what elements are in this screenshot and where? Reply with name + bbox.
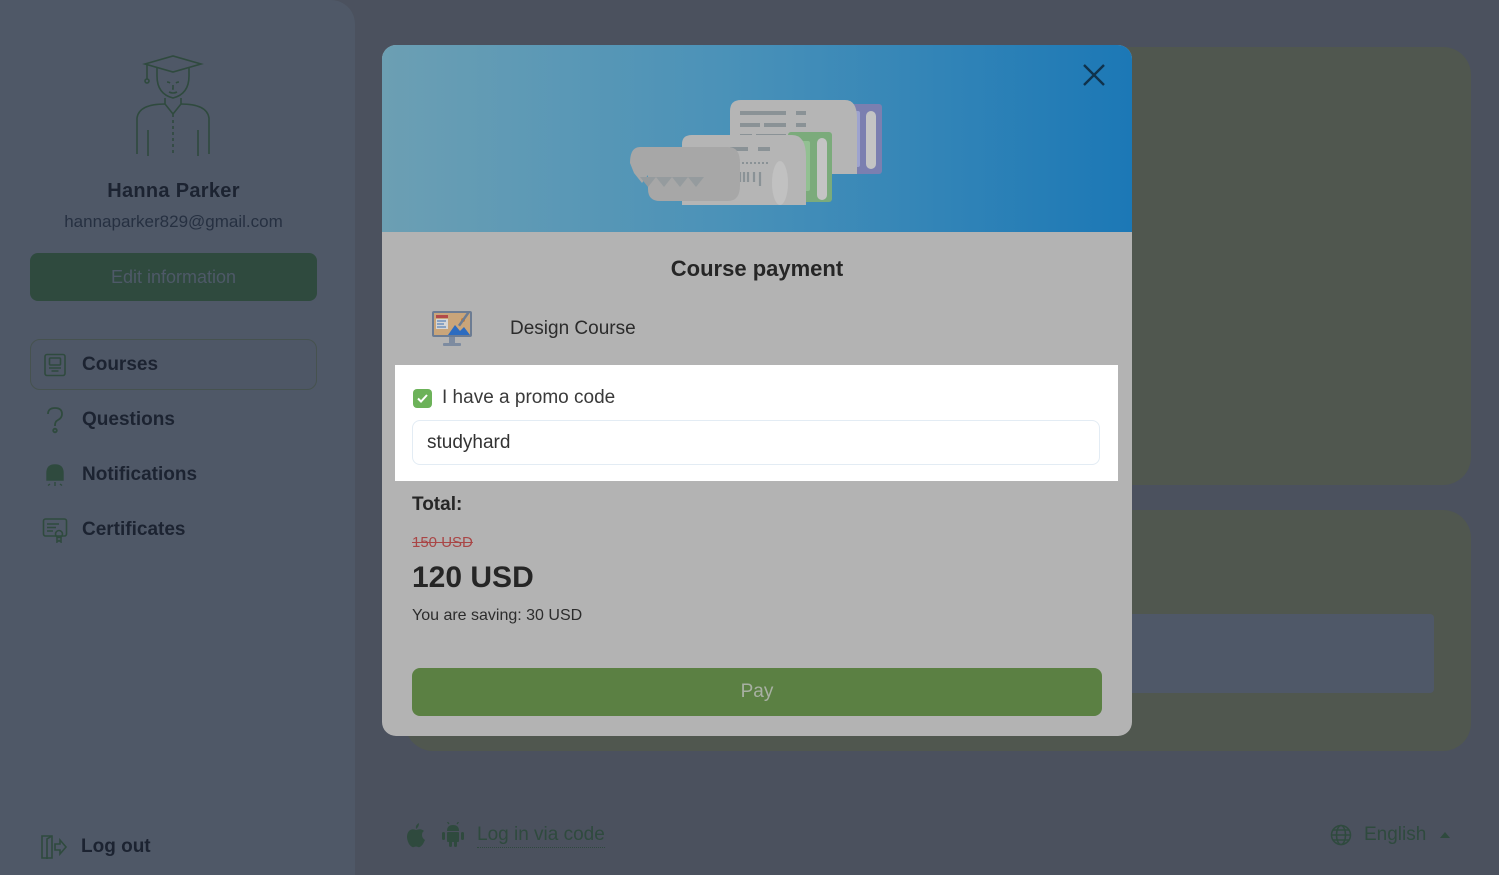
sidebar-item-label: Courses	[82, 353, 159, 375]
saving-text: You are saving: 30 USD	[412, 607, 583, 624]
sidebar-item-label: Notifications	[82, 463, 198, 485]
course-item: Design Course	[430, 307, 636, 351]
total-label: Total:	[412, 494, 463, 515]
bell-icon	[42, 462, 68, 488]
edit-information-button[interactable]: Edit information	[30, 253, 317, 301]
footer-links: Log in via code	[405, 822, 605, 848]
globe-icon	[1330, 824, 1352, 846]
old-price: 150 USD	[412, 534, 473, 551]
promo-code-label: I have a promo code	[442, 387, 616, 408]
logout-icon	[41, 835, 68, 859]
promo-code-checkbox-row[interactable]: I have a promo code	[413, 387, 615, 409]
language-label: English	[1364, 824, 1427, 845]
sidebar: Hanna Parker hannaparker829@gmail.com Ed…	[0, 0, 355, 875]
modal-title: Course payment	[670, 256, 844, 281]
promo-code-input[interactable]	[412, 420, 1100, 465]
courses-icon	[42, 352, 68, 378]
apple-icon[interactable]	[405, 822, 427, 848]
pay-button[interactable]: Pay	[412, 668, 1102, 716]
promo-code-checkbox[interactable]	[413, 388, 432, 408]
content-input-area	[1100, 614, 1434, 693]
logout-label: Log out	[81, 836, 151, 857]
course-name: Design Course	[510, 318, 636, 339]
user-name: Hanna Parker	[107, 180, 240, 202]
design-course-icon	[432, 311, 472, 346]
android-icon[interactable]	[441, 822, 465, 848]
close-icon[interactable]	[1082, 63, 1106, 87]
login-via-code-link[interactable]: Log in via code	[477, 823, 605, 848]
course-payment-modal: Course payment Design Course I have a pr…	[382, 45, 1132, 736]
new-price: 120 USD	[412, 561, 534, 594]
caret-up-icon	[1440, 832, 1451, 838]
sidebar-item-certificates[interactable]: Certificates	[30, 504, 317, 555]
question-icon	[42, 406, 68, 433]
checkmark-icon	[417, 393, 428, 403]
graduate-avatar-icon	[136, 55, 210, 156]
modal-header	[382, 45, 1132, 232]
sidebar-item-label: Questions	[82, 408, 175, 430]
user-email: hannaparker829@gmail.com	[64, 212, 283, 231]
sidebar-item-questions[interactable]: Questions	[30, 394, 317, 445]
logout-button[interactable]: Log out	[40, 834, 151, 860]
sidebar-nav: Courses Questions Notifications Certific…	[30, 339, 317, 559]
language-selector[interactable]: English	[1330, 824, 1451, 846]
certificate-icon	[42, 517, 68, 543]
sidebar-item-courses[interactable]: Courses	[30, 339, 317, 390]
sidebar-item-notifications[interactable]: Notifications	[30, 449, 317, 500]
sidebar-item-label: Certificates	[82, 518, 186, 540]
promo-code-section: I have a promo code	[395, 365, 1118, 481]
receipt-illustration-icon	[630, 100, 882, 205]
